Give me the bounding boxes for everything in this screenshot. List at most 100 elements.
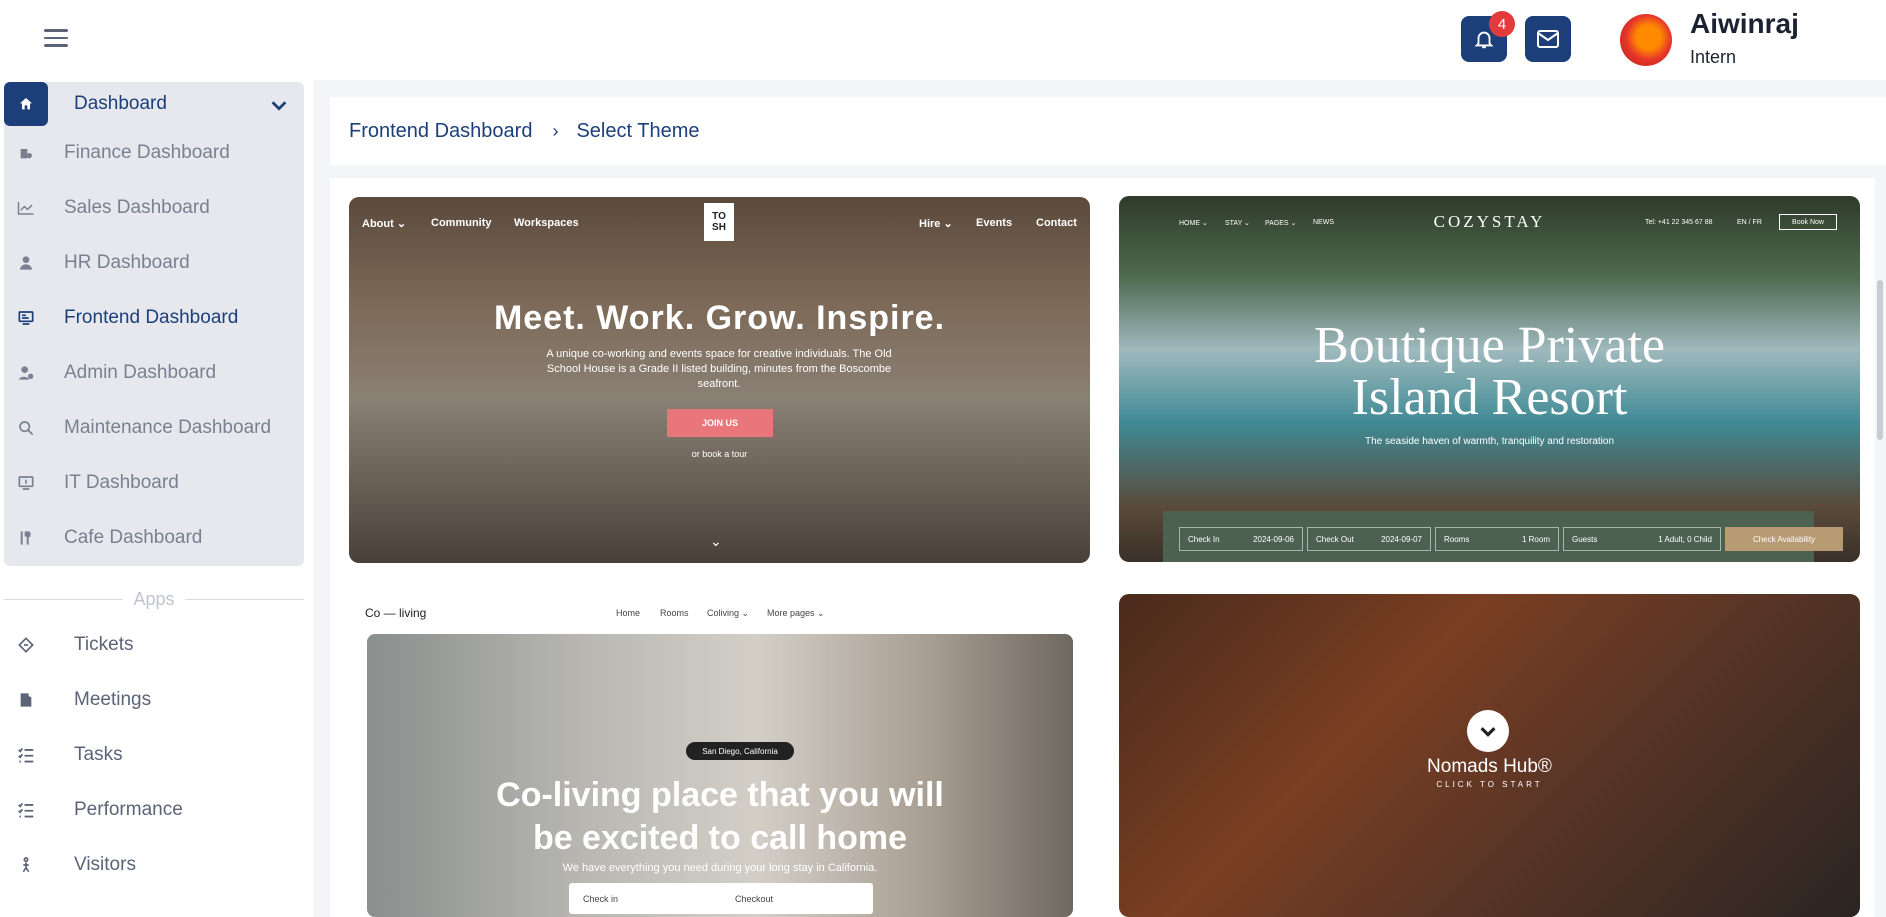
theme-card-nomads-hub[interactable]: Nomads Hub® CLICK TO START bbox=[1119, 594, 1860, 917]
sidebar-item-label: Sales Dashboard bbox=[64, 197, 210, 218]
visitor-icon bbox=[16, 857, 36, 873]
checkin-field: Check in bbox=[583, 893, 619, 904]
theme-card-coliving[interactable]: Co — living Home Rooms Coliving ⌄ More p… bbox=[349, 594, 1090, 917]
booking-field-value: 2024-09-07 bbox=[1381, 534, 1422, 544]
theme-headline: Co-living place that you will be excited … bbox=[367, 774, 1073, 860]
breadcrumb-current: Select Theme bbox=[576, 119, 700, 142]
theme-header: Co — living Home Rooms Coliving ⌄ More p… bbox=[349, 594, 1090, 634]
notification-badge: 4 bbox=[1489, 11, 1515, 37]
chevron-down-icon bbox=[1467, 710, 1509, 752]
booking-field-value: 1 Adult, 0 Child bbox=[1658, 534, 1712, 544]
section-label: Apps bbox=[133, 588, 175, 609]
tasklist-icon bbox=[16, 747, 36, 763]
sidebar-item-sales-dashboard[interactable]: Sales Dashboard bbox=[4, 187, 304, 229]
sidebar-item-label: Meetings bbox=[74, 689, 152, 710]
sidebar-item-label: Visitors bbox=[74, 854, 136, 875]
theme-title: Nomads Hub® bbox=[1427, 756, 1552, 777]
booking-field-value: 2024-09-06 bbox=[1253, 534, 1294, 544]
sidebar-item-frontend-dashboard[interactable]: Frontend Dashboard bbox=[4, 297, 304, 339]
notifications-button[interactable]: 4 bbox=[1461, 11, 1515, 62]
sidebar-item-admin-dashboard[interactable]: Admin Dashboard bbox=[4, 352, 304, 394]
door-icon bbox=[16, 692, 36, 708]
theme-subtext: The seaside haven of warmth, tranquility… bbox=[1364, 436, 1615, 447]
user-name[interactable]: Aiwinraj bbox=[1690, 8, 1799, 40]
sidebar-item-tickets[interactable]: Tickets bbox=[0, 624, 300, 666]
booking-field-label: Check Out bbox=[1316, 534, 1354, 544]
theme-cta-button: JOIN US bbox=[667, 409, 773, 437]
menu-toggle-icon[interactable] bbox=[44, 29, 68, 49]
theme-headline: Boutique Private Island Resort bbox=[1119, 320, 1860, 424]
dashboard-group: Dashboard Finance Dashboard Sales Dashbo… bbox=[4, 82, 304, 566]
theme-card-tosh[interactable]: About ⌄ Community Workspaces TO SH Hire … bbox=[349, 197, 1090, 563]
booking-field-label: Guests bbox=[1572, 534, 1598, 544]
computer-icon bbox=[16, 475, 36, 491]
sidebar-item-dashboard[interactable]: Dashboard bbox=[4, 82, 304, 126]
theme-nav-item: Events bbox=[976, 217, 1013, 229]
theme-book-button: Book Now bbox=[1779, 214, 1837, 230]
maintenance-icon bbox=[16, 420, 36, 436]
chevron-down-icon: ⌄ bbox=[710, 533, 722, 549]
theme-card-cozystay[interactable]: HOME ⌄ STAY ⌄ PAGES ⌄ NEWS COZYSTAY Tel:… bbox=[1119, 196, 1860, 562]
tasklist-icon bbox=[16, 802, 36, 818]
breadcrumb: Frontend Dashboard › Select Theme bbox=[330, 97, 1886, 165]
theme-language: EN / FR bbox=[1737, 219, 1762, 226]
theme-subtext: CLICK TO START bbox=[1436, 780, 1543, 789]
theme-headline-line: be excited to call home bbox=[532, 819, 908, 857]
sidebar-item-cafe-dashboard[interactable]: Cafe Dashboard bbox=[4, 517, 304, 559]
sidebar-item-visitors[interactable]: Visitors bbox=[0, 844, 300, 886]
sidebar-item-label: IT Dashboard bbox=[64, 472, 179, 493]
theme-booking-bar: Check In 2024-09-06 Check Out 2024-09-07 R… bbox=[1163, 511, 1843, 562]
finance-icon bbox=[16, 145, 36, 161]
chevron-down-icon[interactable] bbox=[268, 94, 290, 116]
sidebar-item-performance[interactable]: Performance bbox=[0, 789, 300, 831]
sidebar-item-meetings[interactable]: Meetings bbox=[0, 679, 300, 721]
theme-logo: Co — living bbox=[365, 606, 427, 620]
booking-field: Rooms 1 Room bbox=[1435, 527, 1559, 551]
sidebar-item-label: Performance bbox=[74, 799, 183, 820]
sidebar-item-hr-dashboard[interactable]: HR Dashboard bbox=[4, 242, 304, 284]
theme-headline-line: Co-living place that you will bbox=[496, 776, 944, 814]
checkout-field: Checkout bbox=[735, 893, 774, 904]
apps-section-header: Apps bbox=[4, 589, 304, 609]
theme-subtext: A unique co-working and events space for… bbox=[546, 348, 892, 390]
theme-nav-item: Home bbox=[616, 608, 641, 618]
sidebar-item-label: Maintenance Dashboard bbox=[64, 417, 272, 438]
top-bar: 4 Aiwinraj Intern bbox=[0, 0, 1886, 80]
sidebar-item-label: Frontend Dashboard bbox=[64, 307, 239, 328]
sidebar-item-label: Finance Dashboard bbox=[64, 142, 230, 163]
booking-field-label: Check In bbox=[1188, 534, 1220, 544]
theme-nav-item: Contact bbox=[1036, 217, 1077, 229]
sidebar-item-label: Admin Dashboard bbox=[64, 362, 217, 383]
theme-nav-item: Community bbox=[431, 217, 492, 229]
sidebar-item-finance-dashboard[interactable]: Finance Dashboard bbox=[4, 132, 304, 174]
theme-logo: TO SH bbox=[704, 203, 734, 241]
sidebar-item-label: HR Dashboard bbox=[64, 252, 190, 273]
booking-field: Guests 1 Adult, 0 Child bbox=[1563, 527, 1721, 551]
theme-phone: Tel: +41 22 345 67 88 bbox=[1645, 219, 1713, 226]
sidebar-item-tasks[interactable]: Tasks bbox=[0, 734, 300, 776]
sidebar-item-label: Tasks bbox=[74, 744, 123, 765]
sidebar-item-maintenance-dashboard[interactable]: Maintenance Dashboard bbox=[4, 407, 304, 449]
sidebar: Dashboard Finance Dashboard Sales Dashbo… bbox=[0, 80, 314, 917]
theme-cta-button: Check Availability bbox=[1725, 527, 1843, 551]
sidebar-item-label: Tickets bbox=[74, 634, 134, 655]
theme-nav-item: Rooms bbox=[660, 608, 689, 618]
theme-nav-item: Coliving ⌄ bbox=[707, 608, 750, 618]
theme-location-pill: San Diego, California bbox=[686, 742, 794, 760]
theme-headline: Meet. Work. Grow. Inspire. bbox=[493, 299, 946, 337]
theme-date-form: Check in Checkout bbox=[569, 883, 873, 914]
sidebar-item-it-dashboard[interactable]: IT Dashboard bbox=[4, 462, 304, 504]
booking-field: Check In 2024-09-06 bbox=[1179, 527, 1303, 551]
page-scrollbar[interactable] bbox=[1877, 280, 1883, 440]
breadcrumb-parent-link[interactable]: Frontend Dashboard bbox=[349, 120, 532, 143]
theme-nav-item: More pages ⌄ bbox=[767, 608, 825, 618]
theme-subtext: We have everything you need during your … bbox=[562, 862, 878, 874]
avatar[interactable] bbox=[1620, 14, 1672, 66]
admin-icon bbox=[16, 365, 36, 381]
theme-nav-item: Hire ⌄ bbox=[919, 218, 953, 230]
monitor-icon bbox=[16, 310, 36, 326]
mail-icon bbox=[1537, 30, 1559, 48]
booking-field-value: 1 Room bbox=[1521, 534, 1550, 544]
messages-button[interactable] bbox=[1525, 16, 1571, 62]
breadcrumb-separator: › bbox=[552, 120, 559, 141]
